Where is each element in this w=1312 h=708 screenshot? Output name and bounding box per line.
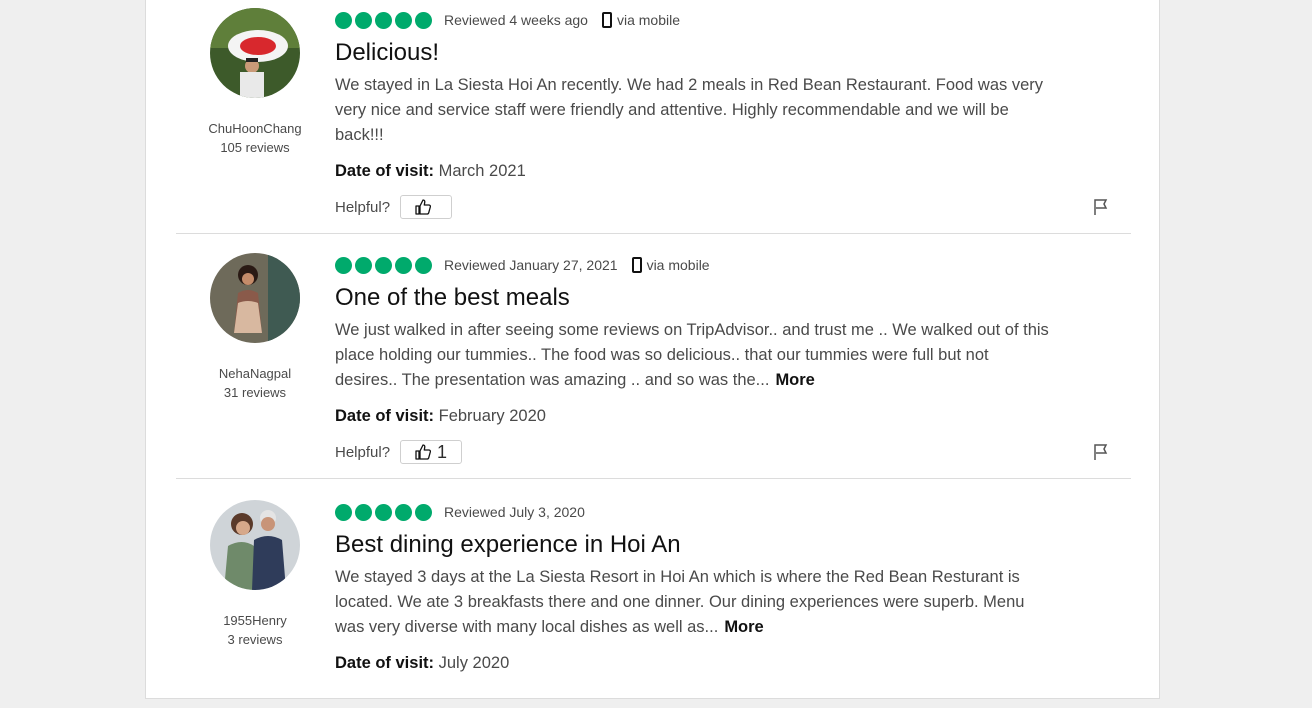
- rating-bubble-icon: [415, 256, 432, 274]
- reviewer-info: ChuHoonChang 105 reviews: [196, 8, 314, 157]
- via-mobile-label: via mobile: [646, 257, 710, 273]
- review-content: Reviewed July 3, 2020 Best dining experi…: [335, 502, 1065, 676]
- reviewer-name[interactable]: 1955Henry: [196, 611, 314, 630]
- rating-bubble-icon: [395, 11, 412, 29]
- date-of-visit: Date of visit: July 2020: [335, 651, 1065, 676]
- reviewer-review-count: 31 reviews: [223, 385, 287, 400]
- rating-bubble-icon: [415, 503, 432, 521]
- helpful-count: 1: [437, 441, 448, 462]
- rating-bubble-icon: [335, 11, 352, 29]
- date-of-visit-value: February 2020: [438, 407, 546, 425]
- flag-icon[interactable]: [1093, 444, 1109, 460]
- helpful-button[interactable]: 1: [400, 440, 463, 464]
- rating-bubble-icon: [335, 256, 352, 274]
- review-meta: Reviewed 4 weeks ago via mobile: [335, 10, 1065, 30]
- rating-bubble-icon: [335, 503, 352, 521]
- reviews-panel: ChuHoonChang 105 reviews Reviewed 4 week…: [145, 0, 1160, 699]
- review-body: We just walked in after seeing some revi…: [335, 318, 1055, 393]
- reviewer-info: NehaNagpal 31 reviews: [196, 253, 314, 402]
- review-card: ChuHoonChang 105 reviews Reviewed 4 week…: [176, 0, 1131, 233]
- mobile-phone-icon: [601, 12, 612, 28]
- thumbs-up-icon: [415, 444, 432, 460]
- review-title[interactable]: Best dining experience in Hoi An: [335, 529, 1065, 561]
- review-text: We stayed in La Siesta Hoi An recently. …: [335, 76, 1044, 144]
- rating-bubble-icon: [375, 503, 392, 521]
- avatar[interactable]: [210, 8, 300, 98]
- date-of-visit-value: July 2020: [438, 654, 510, 672]
- reviewer-name[interactable]: ChuHoonChang: [196, 119, 314, 138]
- review-body: We stayed 3 days at the La Siesta Resort…: [335, 565, 1055, 640]
- thumbs-up-icon: [415, 199, 432, 215]
- via-mobile: via mobile: [631, 257, 710, 273]
- date-of-visit: Date of visit: February 2020: [335, 404, 1065, 429]
- reviewer-info: 1955Henry 3 reviews: [196, 500, 314, 649]
- more-link[interactable]: More: [724, 618, 763, 636]
- date-of-visit-label: Date of visit:: [335, 654, 435, 672]
- helpful-row: Helpful?: [335, 195, 1065, 219]
- rating-bubble-icon: [355, 256, 372, 274]
- avatar[interactable]: [210, 500, 300, 590]
- flag-icon[interactable]: [1093, 199, 1109, 215]
- rating-bubbles: [335, 11, 432, 29]
- rating-bubble-icon: [395, 503, 412, 521]
- review-date: Reviewed July 3, 2020: [444, 504, 585, 520]
- review-date: Reviewed 4 weeks ago: [444, 12, 588, 28]
- reviewer-review-count: 105 reviews: [220, 140, 290, 155]
- more-link[interactable]: More: [775, 371, 814, 389]
- date-of-visit: Date of visit: March 2021: [335, 159, 1065, 184]
- via-mobile-label: via mobile: [616, 12, 681, 28]
- review-text: We just walked in after seeing some revi…: [335, 321, 1049, 389]
- review-card: NehaNagpal 31 reviews Reviewed January 2…: [176, 233, 1131, 478]
- helpful-button[interactable]: [400, 195, 453, 219]
- review-content: Reviewed January 27, 2021 via mobile One…: [335, 255, 1065, 464]
- review-content: Reviewed 4 weeks ago via mobile Deliciou…: [335, 10, 1065, 219]
- review-title[interactable]: Delicious!: [335, 37, 1065, 69]
- review-card: 1955Henry 3 reviews Reviewed July 3, 202…: [176, 478, 1131, 708]
- rating-bubble-icon: [355, 503, 372, 521]
- reviewer-name[interactable]: NehaNagpal: [196, 364, 314, 383]
- review-text: We stayed 3 days at the La Siesta Resort…: [335, 568, 1025, 636]
- review-meta: Reviewed July 3, 2020: [335, 502, 1065, 522]
- rating-bubble-icon: [355, 11, 372, 29]
- via-mobile: via mobile: [601, 12, 681, 28]
- reviewer-review-count: 3 reviews: [227, 632, 283, 647]
- mobile-phone-icon: [631, 257, 642, 273]
- rating-bubbles: [335, 503, 432, 521]
- review-meta: Reviewed January 27, 2021 via mobile: [335, 255, 1065, 275]
- review-date: Reviewed January 27, 2021: [444, 257, 618, 273]
- review-body: We stayed in La Siesta Hoi An recently. …: [335, 73, 1055, 148]
- date-of-visit-label: Date of visit:: [335, 407, 435, 425]
- rating-bubble-icon: [375, 256, 392, 274]
- date-of-visit-label: Date of visit:: [335, 162, 435, 180]
- rating-bubble-icon: [415, 11, 432, 29]
- rating-bubble-icon: [375, 11, 392, 29]
- helpful-label: Helpful?: [335, 198, 391, 216]
- helpful-row: Helpful? 1: [335, 440, 1065, 464]
- review-title[interactable]: One of the best meals: [335, 282, 1065, 314]
- rating-bubble-icon: [395, 256, 412, 274]
- date-of-visit-value: March 2021: [438, 162, 526, 180]
- rating-bubbles: [335, 256, 432, 274]
- helpful-label: Helpful?: [335, 443, 391, 461]
- avatar[interactable]: [210, 253, 300, 343]
